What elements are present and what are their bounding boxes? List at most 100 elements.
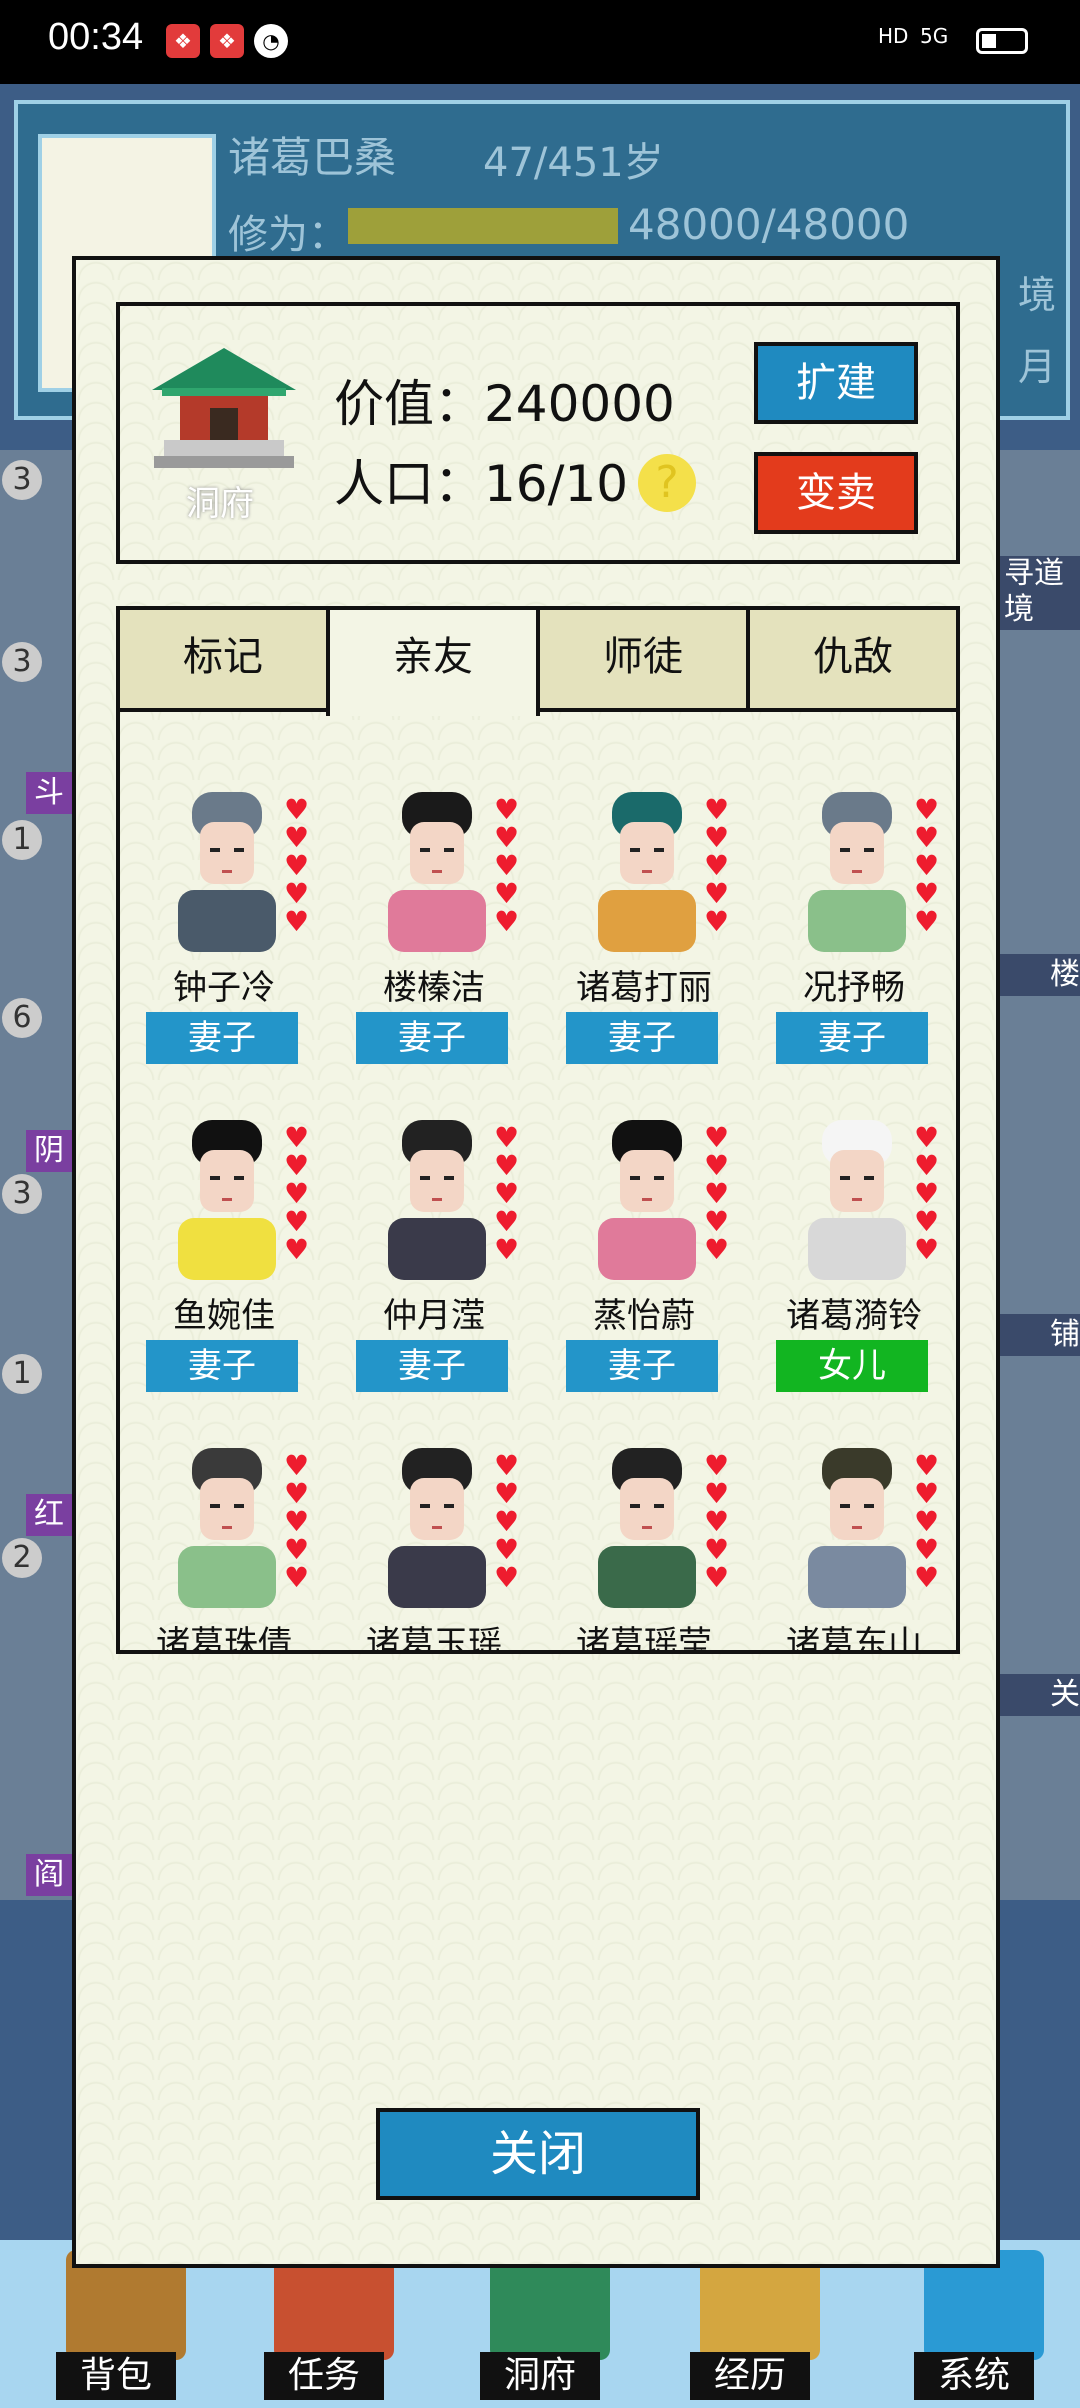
member-card[interactable]: ♥ ♥ ♥ ♥ ♥ 钟子冷 妻子 [124,782,324,1082]
heart-icon: ♥ [914,1205,940,1238]
heart-icon: ♥ [914,1449,940,1482]
nav-label: 背包 [56,2352,176,2400]
member-name: 鱼婉佳 [173,1296,275,1336]
heart-icon: ♥ [494,1233,520,1266]
hd-icon: HD [878,24,909,48]
heart-icon: ♥ [494,905,520,938]
compass-icon: ◔ [254,24,288,58]
left-location-strip: 3 3 1 6 3 1 2 斗 阴 红 阎 [0,450,80,1900]
heart-icon: ♥ [704,1561,730,1594]
relation-badge: 妻子 [356,1012,508,1064]
location-tag: 寻道境 [1000,556,1080,630]
location-count: 3 [2,1174,42,1214]
cave-label: 洞府 [186,484,254,524]
member-portrait [598,792,696,952]
heart-icon: ♥ [284,849,310,882]
relation-badge: 妻子 [146,1012,298,1064]
heart-icon: ♥ [704,821,730,854]
battery-icon [976,28,1028,54]
heart-icon: ♥ [704,1205,730,1238]
member-card[interactable]: ♥ ♥ ♥ ♥ ♥ 诸葛珠倩 [124,1438,324,1650]
member-portrait [388,1120,486,1280]
member-card[interactable]: ♥ ♥ ♥ ♥ ♥ 楼榛洁 妻子 [334,782,534,1082]
member-card[interactable]: ♥ ♥ ♥ ♥ ♥ 诸葛漪铃 女儿 [754,1110,954,1410]
nav-label: 系统 [914,2352,1034,2400]
cave-house-icon [152,348,296,468]
member-card[interactable]: ♥ ♥ ♥ ♥ ♥ 诸葛玉瑶 [334,1438,534,1654]
member-name: 楼榛洁 [383,968,485,1008]
nav-label: 经历 [690,2352,810,2400]
relation-tabs: 标记 亲友 师徒 仇敌 [116,606,960,716]
location-count: 3 [2,642,42,682]
heart-icon: ♥ [284,877,310,910]
member-card[interactable]: ♥ ♥ ♥ ♥ ♥ 诸葛瑶莹 [544,1438,744,1654]
tab-enemies[interactable]: 仇敌 [746,606,960,712]
heart-icon: ♥ [914,877,940,910]
location-count: 3 [2,460,42,500]
affection-hearts: ♥ ♥ ♥ ♥ ♥ [494,796,524,936]
location-tag: 铺 [1000,1314,1080,1356]
heart-icon: ♥ [494,877,520,910]
affection-hearts: ♥ ♥ ♥ ♥ ♥ [914,1452,944,1592]
heart-icon: ♥ [704,793,730,826]
member-card[interactable]: ♥ ♥ ♥ ♥ ♥ 诸葛东山 [754,1438,954,1650]
member-portrait [808,792,906,952]
heart-icon: ♥ [284,1205,310,1238]
location-count: 6 [2,998,42,1038]
location-tag: 阴 [26,1130,72,1172]
affection-hearts: ♥ ♥ ♥ ♥ ♥ [494,1452,524,1592]
member-name: 诸葛打丽 [576,968,712,1008]
close-button[interactable]: 关闭 [376,2108,700,2200]
member-portrait [388,1448,486,1608]
population-number: 16/10 [484,455,629,513]
member-card[interactable]: ♥ ♥ ♥ ♥ ♥ 蒸怡蔚 妻子 [544,1110,744,1410]
affection-hearts: ♥ ♥ ♥ ♥ ♥ [704,1124,734,1264]
member-card[interactable]: ♥ ♥ ♥ ♥ ♥ 仲月滢 妻子 [334,1110,534,1410]
nav-label: 洞府 [480,2352,600,2400]
heart-icon: ♥ [494,1477,520,1510]
heart-icon: ♥ [284,1121,310,1154]
signal-icon: 5G [920,24,949,48]
heart-icon: ♥ [704,1533,730,1566]
affection-hearts: ♥ ♥ ♥ ♥ ♥ [704,796,734,936]
member-portrait [808,1120,906,1280]
relation-badge: 妻子 [146,1340,298,1392]
heart-icon: ♥ [704,1477,730,1510]
member-name: 蒸怡蔚 [593,1296,695,1336]
heart-icon: ♥ [284,1477,310,1510]
heart-icon: ♥ [704,1177,730,1210]
member-name: 诸葛玉瑶 [366,1624,502,1654]
tab-mentors[interactable]: 师徒 [536,606,750,712]
population-label: 人口： [334,455,484,513]
member-card[interactable]: ♥ ♥ ♥ ♥ ♥ 诸葛打丽 妻子 [544,782,744,1082]
heart-icon: ♥ [494,1149,520,1182]
value-number: 240000 [484,375,675,433]
heart-icon: ♥ [494,793,520,826]
heart-icon: ♥ [704,1149,730,1182]
relation-badge: 女儿 [776,1340,928,1392]
heart-icon: ♥ [284,1505,310,1538]
heart-icon: ♥ [914,1177,940,1210]
member-name: 诸葛瑶莹 [576,1624,712,1654]
sell-button[interactable]: 变卖 [754,452,918,534]
heart-icon: ♥ [914,821,940,854]
value-label: 价值： [334,375,484,433]
member-portrait [178,1120,276,1280]
tab-marked[interactable]: 标记 [116,606,330,712]
member-card[interactable]: ♥ ♥ ♥ ♥ ♥ 况抒畅 妻子 [754,782,954,1082]
relation-badge: 妻子 [356,1340,508,1392]
heart-icon: ♥ [284,793,310,826]
heart-icon: ♥ [494,1561,520,1594]
location-count: 2 [2,1538,42,1578]
member-name: 钟子冷 [173,968,275,1008]
heart-icon: ♥ [284,1561,310,1594]
expand-button[interactable]: 扩建 [754,342,918,424]
member-grid: ♥ ♥ ♥ ♥ ♥ 钟子冷 妻子 ♥ ♥ ♥ ♥ ♥ 楼榛洁 妻子 ♥ ♥ ♥ ♥ ♥ 诸葛打丽 妻子 ♥ ♥ ♥ ♥ ♥ 况抒畅妻… [116,708,960,1654]
heart-icon: ♥ [494,821,520,854]
heart-icon: ♥ [284,1177,310,1210]
help-icon[interactable]: ? [638,454,696,512]
cave-info-panel: 洞府 价值：240000 人口：16/10 ? 扩建 变卖 [116,302,960,564]
heart-icon: ♥ [494,1505,520,1538]
member-card[interactable]: ♥ ♥ ♥ ♥ ♥ 鱼婉佳 妻子 [124,1110,324,1410]
tab-friends[interactable]: 亲友 [326,606,540,716]
